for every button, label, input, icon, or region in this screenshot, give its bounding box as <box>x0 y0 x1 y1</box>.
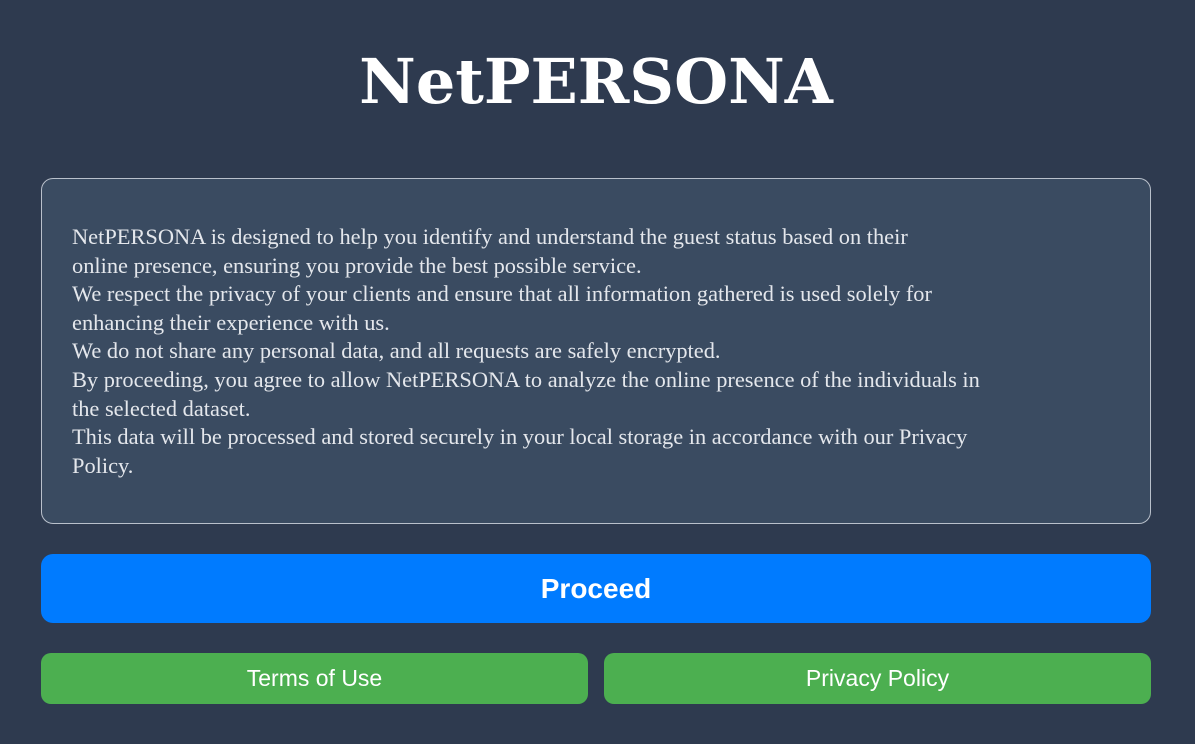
privacy-policy-button[interactable]: Privacy Policy <box>604 653 1151 704</box>
info-line: This data will be processed and stored s… <box>72 424 968 450</box>
terms-of-use-button[interactable]: Terms of Use <box>41 653 588 704</box>
info-line: online presence, ensuring you provide th… <box>72 252 642 278</box>
info-line: We do not share any personal data, and a… <box>72 338 721 364</box>
info-line: NetPERSONA is designed to help you ident… <box>72 224 908 249</box>
proceed-button[interactable]: Proceed <box>41 554 1151 623</box>
app-title: NetPERSONA <box>359 45 833 118</box>
disclaimer-screen: NetPERSONA NetPERSONA is designed to hel… <box>0 0 1195 744</box>
info-panel: NetPERSONA is designed to help you ident… <box>41 178 1151 524</box>
link-button-row: Terms of Use Privacy Policy <box>41 653 1151 704</box>
info-line: Policy. <box>72 452 134 478</box>
info-line: the selected dataset. <box>72 395 251 421</box>
info-line: enhancing their experience with us. <box>72 309 390 335</box>
info-line: We respect the privacy of your clients a… <box>72 281 932 307</box>
info-line: By proceeding, you agree to allow NetPER… <box>72 366 980 392</box>
